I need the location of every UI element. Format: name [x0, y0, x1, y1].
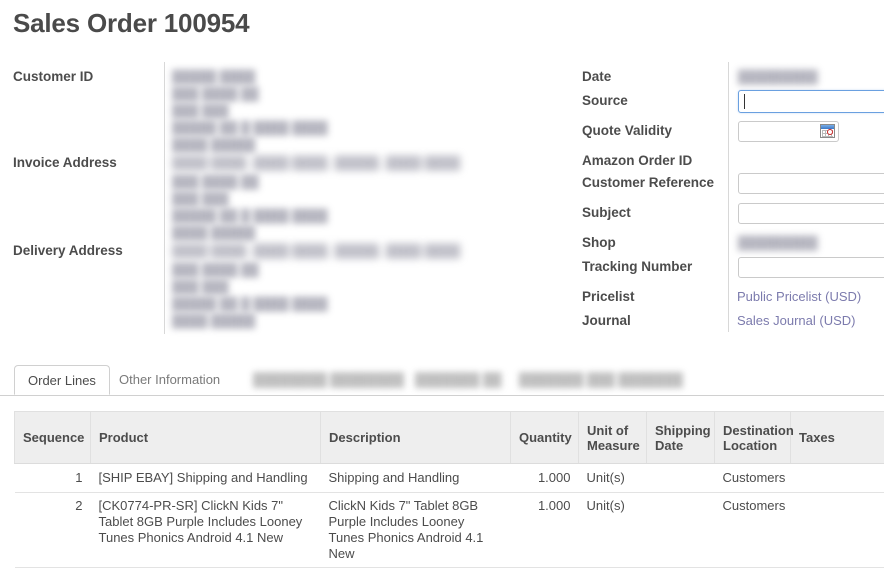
- cell-sequence: 1: [14, 463, 91, 493]
- col-header-description[interactable]: Description: [320, 411, 511, 464]
- shop-value: █████████: [738, 236, 818, 250]
- table-row[interactable]: 2 [CK0774-PR-SR] ClickN Kids 7" Tablet 8…: [14, 492, 884, 568]
- cell-product: [SHIP EBAY] Shipping and Handling: [90, 463, 321, 493]
- delivery-address-line-4: █████ ██ █ ████ ████: [172, 297, 328, 311]
- left-group-divider: [164, 62, 165, 334]
- label-quote-validity: Quote Validity: [582, 123, 673, 138]
- calendar-icon-header: [821, 125, 834, 129]
- tab-bar-baseline: [0, 395, 884, 396]
- tab-order-lines[interactable]: Order Lines: [14, 365, 110, 395]
- cell-taxes: [790, 463, 884, 493]
- cell-sequence: 2: [14, 492, 91, 568]
- delivery-address-line-5: ████ █████: [172, 314, 256, 328]
- label-source: Source: [582, 93, 628, 108]
- calendar-icon-marker: [827, 129, 833, 135]
- label-pricelist: Pricelist: [582, 289, 635, 304]
- cell-unit-of-measure: Unit(s): [578, 492, 647, 568]
- label-tracking-number: Tracking Number: [582, 259, 693, 274]
- text-cursor: [744, 94, 745, 109]
- delivery-address-line-1: ████ ████, ████ ████, █████, ████ ████: [172, 244, 461, 258]
- quote-validity-input[interactable]: [738, 121, 839, 142]
- invoice-address-line-5: ████ █████: [172, 226, 256, 240]
- cell-product: [CK0774-PR-SR] ClickN Kids 7" Tablet 8GB…: [90, 492, 321, 568]
- invoice-address-line-4: █████ ██ █ ████ ████: [172, 209, 328, 223]
- customer-reference-input[interactable]: [738, 173, 884, 194]
- invoice-address-line-1: ████ ████, ████ ████, █████, ████ ████: [172, 156, 461, 170]
- cell-description: Shipping and Handling: [320, 463, 511, 493]
- subject-input[interactable]: [738, 203, 884, 224]
- label-amazon-order-id: Amazon Order ID: [582, 153, 693, 168]
- page-title: Sales Order 100954: [13, 8, 250, 38]
- cell-destination-location: Customers: [714, 463, 791, 493]
- label-delivery-address: Delivery Address: [13, 243, 123, 258]
- tab-bar: Order Lines Other Information ████████ █…: [0, 364, 884, 396]
- cell-unit-of-measure: Unit(s): [578, 463, 647, 493]
- form-group-right: Date █████████ Source Quote Validity Ama…: [570, 60, 884, 340]
- col-header-taxes[interactable]: Taxes: [790, 411, 884, 464]
- label-date: Date: [582, 69, 612, 84]
- delivery-address-line-3: ███ ███: [172, 280, 229, 294]
- cell-taxes: [790, 492, 884, 568]
- customer-id-line-5: ████ █████: [172, 138, 256, 152]
- delivery-address-line-2: ███ ████ ██: [172, 263, 259, 277]
- label-shop: Shop: [582, 235, 616, 250]
- invoice-address-line-3: ███ ███: [172, 192, 229, 206]
- tracking-number-input[interactable]: [738, 257, 884, 278]
- cell-shipping-date: [646, 463, 715, 493]
- order-form: Customer ID █████ ████ ███ ████ ██ ███ █…: [0, 60, 884, 340]
- customer-id-line-2: ███ ████ ██: [172, 87, 259, 101]
- calendar-icon[interactable]: [820, 124, 835, 138]
- form-group-left: Customer ID █████ ████ ███ ████ ██ ███ █…: [0, 60, 505, 340]
- col-header-product[interactable]: Product: [90, 411, 321, 464]
- col-header-sequence[interactable]: Sequence: [14, 411, 91, 464]
- cell-description: ClickN Kids 7" Tablet 8GB Purple Include…: [320, 492, 511, 568]
- invoice-address-line-2: ███ ████ ██: [172, 175, 259, 189]
- col-header-quantity[interactable]: Quantity: [510, 411, 579, 464]
- pricelist-value-link[interactable]: Public Pricelist (USD): [737, 289, 861, 304]
- table-header-row: Sequence Product Description Quantity Un…: [14, 411, 884, 464]
- label-customer-reference: Customer Reference: [582, 175, 715, 190]
- source-input[interactable]: [738, 90, 884, 113]
- cell-shipping-date: [646, 492, 715, 568]
- journal-value-link[interactable]: Sales Journal (USD): [737, 313, 856, 328]
- col-header-unit-of-measure[interactable]: Unit of Measure: [578, 411, 647, 464]
- tab-blurred-3[interactable]: ███████ ███ ███████: [506, 365, 696, 395]
- customer-id-line-1: █████ ████: [172, 70, 256, 84]
- tab-blurred-1[interactable]: ████████ ████████: [240, 365, 417, 395]
- right-group-divider: [728, 62, 729, 332]
- cell-quantity: 1.000: [510, 492, 579, 568]
- col-header-shipping-date[interactable]: Shipping Date: [646, 411, 715, 464]
- label-subject: Subject: [582, 205, 631, 220]
- customer-id-line-3: ███ ███: [172, 104, 229, 118]
- table-row[interactable]: 1 [SHIP EBAY] Shipping and Handling Ship…: [14, 463, 884, 493]
- cell-quantity: 1.000: [510, 463, 579, 493]
- col-header-destination-location[interactable]: Destination Location: [714, 411, 794, 464]
- date-value: █████████: [738, 70, 818, 84]
- customer-id-line-4: █████ ██ █ ████ ████: [172, 121, 328, 135]
- tab-blurred-2[interactable]: ███████ ██: [402, 365, 515, 395]
- label-journal: Journal: [582, 313, 631, 328]
- order-lines-table: Sequence Product Description Quantity Un…: [14, 411, 884, 568]
- label-invoice-address: Invoice Address: [13, 155, 117, 170]
- label-customer-id: Customer ID: [13, 69, 94, 84]
- cell-destination-location: Customers: [714, 492, 791, 568]
- tab-other-information[interactable]: Other Information: [106, 365, 233, 395]
